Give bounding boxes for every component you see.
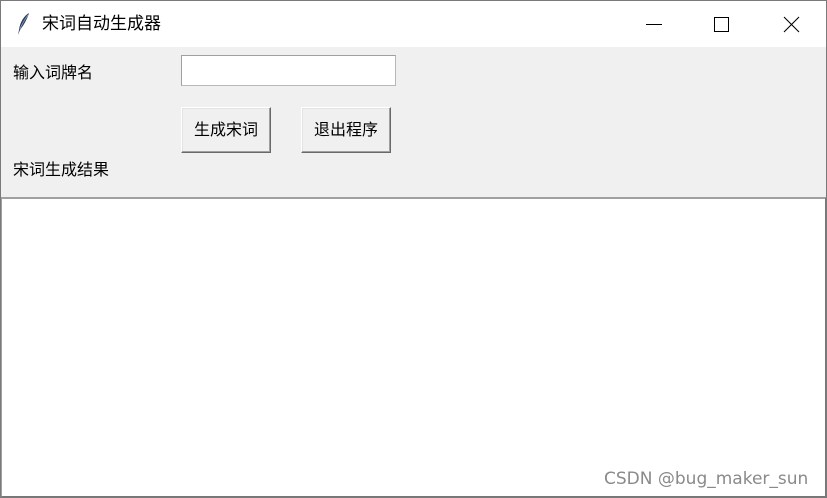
result-label: 宋词生成结果 [13, 160, 110, 179]
maximize-icon [714, 17, 729, 32]
window-title: 宋词自动生成器 [42, 14, 161, 34]
result-textbox[interactable] [1, 197, 826, 497]
close-button[interactable] [768, 1, 814, 47]
watermark: CSDN @bug_maker_sun [604, 469, 809, 489]
minimize-button[interactable] [631, 1, 677, 47]
minimize-icon [646, 24, 662, 25]
app-window: 宋词自动生成器 输入词牌名 生成宋词 退出程序 宋词生成结果 CSDN @bug… [0, 0, 827, 498]
generate-button[interactable]: 生成宋词 [181, 107, 271, 153]
cipai-label: 输入词牌名 [13, 63, 94, 82]
feather-icon [16, 12, 32, 36]
title-bar[interactable]: 宋词自动生成器 [1, 1, 826, 47]
maximize-button[interactable] [698, 1, 744, 47]
cipai-input[interactable] [181, 55, 396, 86]
quit-button[interactable]: 退出程序 [301, 107, 391, 153]
close-icon [783, 16, 800, 33]
